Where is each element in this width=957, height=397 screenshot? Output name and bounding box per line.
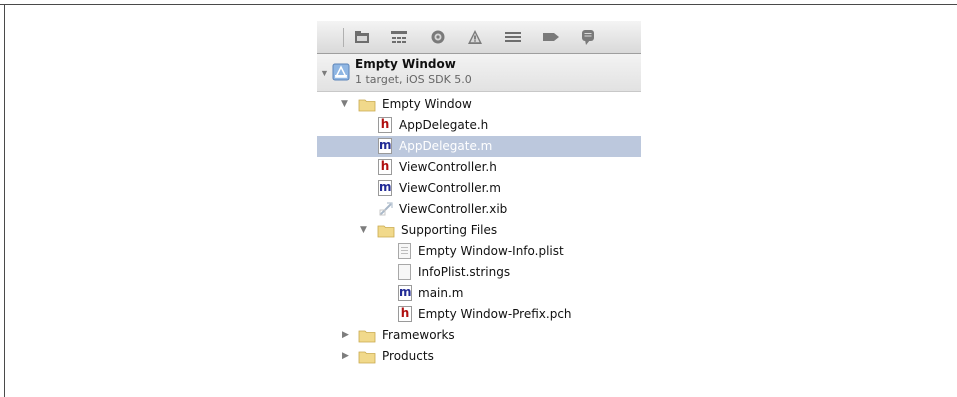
tree-file-main-m[interactable]: m main.m <box>317 283 641 304</box>
breakpoint-navigator-icon[interactable] <box>541 28 561 46</box>
tree-file-infoplist-strings[interactable]: InfoPlist.strings <box>317 262 641 283</box>
header-file-icon: h <box>378 159 392 175</box>
tree-item-label: Empty Window <box>382 97 472 111</box>
debug-navigator-icon[interactable] <box>503 28 523 46</box>
folder-icon <box>377 224 395 238</box>
implementation-file-icon: m <box>378 138 392 154</box>
tree-item-label: AppDelegate.m <box>399 139 493 153</box>
folder-icon <box>358 350 376 364</box>
disclosure-open-icon[interactable]: ▼ <box>341 99 351 109</box>
folder-icon <box>358 98 376 112</box>
frame-left-line <box>4 4 5 397</box>
tree-file-viewcontroller-h[interactable]: h ViewController.h <box>317 157 641 178</box>
tree-file-viewcontroller-m[interactable]: m ViewController.m <box>317 178 641 199</box>
plist-file-icon <box>398 243 411 259</box>
toolbar-separator <box>343 28 344 47</box>
search-navigator-icon[interactable] <box>428 28 448 46</box>
tree-group-empty-window[interactable]: ▼ Empty Window <box>317 94 641 115</box>
tree-item-label: Products <box>382 349 434 363</box>
symbol-navigator-icon[interactable] <box>389 28 409 46</box>
tree-file-info-plist[interactable]: Empty Window-Info.plist <box>317 241 641 262</box>
tree-file-prefix-pch[interactable]: h Empty Window-Prefix.pch <box>317 304 641 325</box>
frame-top-line <box>0 4 957 5</box>
tree-item-label: InfoPlist.strings <box>418 265 511 279</box>
tree-item-label: Empty Window-Info.plist <box>418 244 564 258</box>
folder-icon <box>358 329 376 343</box>
tree-file-appdelegate-h[interactable]: h AppDelegate.h <box>317 115 641 136</box>
tree-item-label: Frameworks <box>382 328 455 342</box>
tree-item-label: Empty Window-Prefix.pch <box>418 307 572 321</box>
disclosure-open-icon[interactable]: ▼ <box>320 68 329 78</box>
header-file-icon: h <box>378 117 392 133</box>
tree-file-viewcontroller-xib[interactable]: ViewController.xib <box>317 199 641 220</box>
project-navigator: ▼ Empty Window 1 target, iOS SDK 5.0 ▼ E… <box>317 21 641 377</box>
implementation-file-icon: m <box>378 180 392 196</box>
tree-group-products[interactable]: ▶ Products <box>317 346 641 367</box>
strings-file-icon <box>398 264 411 280</box>
header-file-icon: h <box>398 306 412 322</box>
interface-builder-icon <box>378 201 394 217</box>
xcode-project-icon <box>332 63 350 81</box>
project-navigator-icon[interactable] <box>352 28 372 46</box>
project-title: Empty Window <box>355 57 456 71</box>
disclosure-closed-icon[interactable]: ▶ <box>342 351 352 361</box>
issue-navigator-icon[interactable] <box>465 28 485 46</box>
implementation-file-icon: m <box>398 285 412 301</box>
tree-item-label: ViewController.xib <box>399 202 508 216</box>
disclosure-closed-icon[interactable]: ▶ <box>342 330 352 340</box>
log-navigator-icon[interactable] <box>578 28 598 46</box>
disclosure-open-icon[interactable]: ▼ <box>360 225 370 235</box>
tree-item-label: ViewController.m <box>399 181 501 195</box>
tree-item-label: Supporting Files <box>401 223 498 237</box>
tree-group-supporting-files[interactable]: ▼ Supporting Files <box>317 220 641 241</box>
tree-item-label: ViewController.h <box>399 160 497 174</box>
tree-file-appdelegate-m[interactable]: m AppDelegate.m <box>317 136 641 157</box>
navigator-selector-bar <box>317 21 641 54</box>
project-root-row[interactable]: ▼ Empty Window 1 target, iOS SDK 5.0 <box>317 54 641 92</box>
project-subtitle: 1 target, iOS SDK 5.0 <box>355 73 472 86</box>
tree-group-frameworks[interactable]: ▶ Frameworks <box>317 325 641 346</box>
tree-item-label: AppDelegate.h <box>399 118 489 132</box>
tree-item-label: main.m <box>418 286 464 300</box>
